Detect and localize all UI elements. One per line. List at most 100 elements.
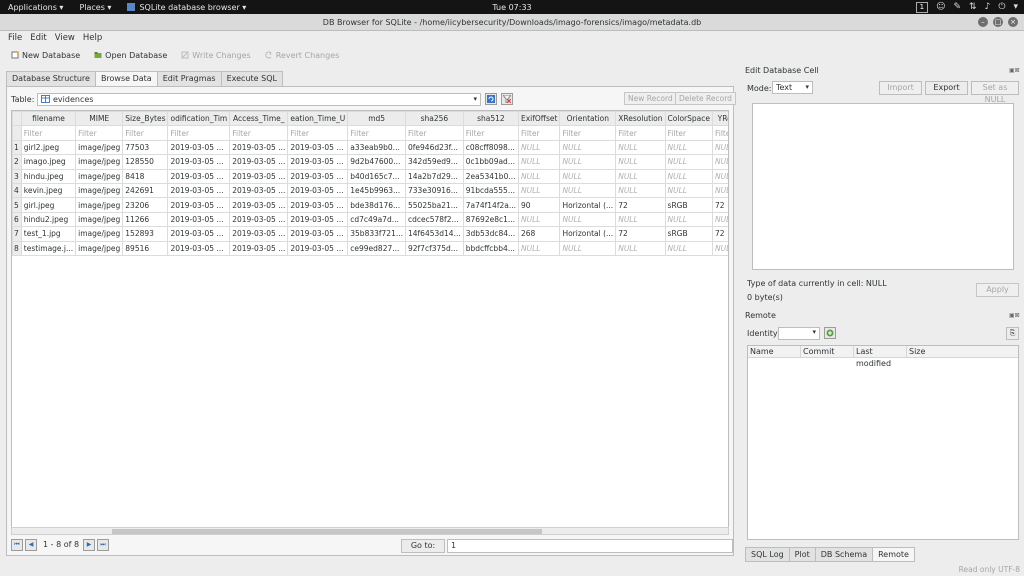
table-cell[interactable]: hindu2.jpeg bbox=[20, 211, 77, 228]
table-cell[interactable]: 72 bbox=[615, 197, 666, 213]
table-cell[interactable]: 9d2b47600... bbox=[347, 154, 406, 170]
table-cell[interactable]: Horizontal (... bbox=[559, 197, 617, 213]
table-row[interactable]: 2 imago.jpeg image/jpeg 128550 2019-03-05 ..… bbox=[12, 154, 728, 170]
column-filter-input[interactable]: Filter bbox=[75, 125, 124, 141]
table-cell[interactable]: NULL bbox=[615, 240, 666, 256]
goto-input[interactable]: 1 bbox=[447, 539, 733, 553]
table-cell[interactable]: NULL bbox=[559, 154, 617, 170]
table-cell[interactable]: 342d59ed9... bbox=[405, 154, 464, 170]
table-cell[interactable]: 2019-03-05 ... bbox=[229, 154, 289, 170]
column-filter-input[interactable]: Filter bbox=[405, 125, 464, 141]
tab-db-schema[interactable]: DB Schema bbox=[814, 547, 874, 562]
table-cell[interactable]: image/jpeg bbox=[75, 139, 124, 156]
column-header[interactable]: XResolution bbox=[615, 111, 666, 127]
table-cell[interactable]: 72 bbox=[615, 226, 666, 242]
table-cell[interactable]: 2019-03-05 ... bbox=[287, 211, 349, 228]
table-cell[interactable]: sRGB bbox=[664, 197, 713, 213]
table-cell[interactable]: NULL bbox=[615, 139, 666, 156]
table-cell[interactable]: 2019-03-05 ... bbox=[167, 168, 231, 184]
table-cell[interactable]: 2019-03-05 ... bbox=[287, 154, 349, 170]
table-select[interactable]: evidences ▾ bbox=[37, 92, 481, 106]
table-cell[interactable]: 2019-03-05 ... bbox=[287, 139, 349, 156]
table-cell[interactable]: a33eab9b0... bbox=[347, 139, 406, 156]
close-icon[interactable]: × bbox=[1008, 17, 1018, 27]
table-cell[interactable]: NULL bbox=[664, 240, 713, 256]
table-cell[interactable]: test_1.jpg bbox=[20, 226, 77, 242]
column-header[interactable]: odification_Tim bbox=[167, 111, 231, 127]
table-cell[interactable]: 2019-03-05 ... bbox=[167, 154, 231, 170]
column-header[interactable]: Size_Bytes bbox=[122, 111, 169, 127]
table-cell[interactable]: 128550 bbox=[122, 154, 169, 170]
table-cell[interactable]: 152893 bbox=[122, 226, 169, 242]
table-cell[interactable]: 8418 bbox=[122, 168, 169, 184]
table-cell[interactable]: 2019-03-05 ... bbox=[167, 139, 231, 156]
column-filter-input[interactable]: Filter bbox=[462, 125, 520, 141]
table-cell[interactable]: NULL bbox=[517, 168, 561, 184]
column-header[interactable]: MIME bbox=[75, 111, 124, 127]
table-cell[interactable]: NULL bbox=[517, 240, 561, 256]
minimize-icon[interactable]: – bbox=[978, 17, 988, 27]
table-cell[interactable]: 2019-03-05 ... bbox=[287, 168, 349, 184]
table-cell[interactable]: 0fe946d23f... bbox=[405, 139, 464, 156]
places-menu[interactable]: Places ▾ bbox=[71, 3, 119, 12]
table-cell[interactable]: 2019-03-05 ... bbox=[229, 168, 289, 184]
table-cell[interactable]: cd7c49a7d... bbox=[347, 211, 406, 228]
menu-help[interactable]: Help bbox=[79, 33, 106, 43]
column-filter-input[interactable]: Filter bbox=[517, 125, 561, 141]
table-cell[interactable]: NULL bbox=[711, 139, 728, 156]
row-number[interactable]: 6 bbox=[12, 211, 22, 228]
table-cell[interactable]: 89516 bbox=[122, 240, 169, 256]
edit-cell-dock-controls[interactable]: ▣⊠ bbox=[1009, 67, 1020, 74]
table-cell[interactable]: NULL bbox=[517, 139, 561, 156]
horizontal-scrollbar[interactable] bbox=[11, 527, 729, 535]
table-cell[interactable]: 2019-03-05 ... bbox=[167, 240, 231, 256]
column-filter-input[interactable]: Filter bbox=[20, 125, 77, 141]
table-cell[interactable]: NULL bbox=[664, 168, 713, 184]
column-filter-input[interactable]: Filter bbox=[229, 125, 289, 141]
table-cell[interactable]: 268 bbox=[517, 226, 561, 242]
table-cell[interactable]: NULL bbox=[711, 182, 728, 199]
table-row[interactable]: 7 test_1.jpg image/jpeg 152893 2019-03-05 ..… bbox=[12, 226, 728, 242]
table-cell[interactable]: 0c1bb09ad... bbox=[462, 154, 520, 170]
table-cell[interactable]: NULL bbox=[664, 182, 713, 199]
menu-view[interactable]: View bbox=[51, 33, 79, 43]
table-cell[interactable]: c08cff8098... bbox=[462, 139, 520, 156]
apply-button[interactable]: Apply bbox=[976, 283, 1019, 297]
brush-icon[interactable]: ✎ bbox=[954, 2, 962, 12]
column-header[interactable]: sha256 bbox=[405, 111, 464, 127]
table-cell[interactable]: b40d165c7... bbox=[347, 168, 406, 184]
table-cell[interactable]: NULL bbox=[615, 211, 666, 228]
table-cell[interactable]: 733e30916... bbox=[405, 182, 464, 199]
cell-editor-textarea[interactable] bbox=[752, 103, 1014, 270]
row-number[interactable]: 3 bbox=[12, 168, 22, 184]
table-cell[interactable]: NULL bbox=[559, 168, 617, 184]
new-record-button[interactable]: New Record bbox=[624, 92, 677, 105]
table-cell[interactable]: 14f6453d14... bbox=[405, 226, 464, 242]
table-cell[interactable]: girl2.jpeg bbox=[20, 139, 77, 156]
table-cell[interactable]: 2019-03-05 ... bbox=[287, 226, 349, 242]
table-row[interactable]: 3 hindu.jpeg image/jpeg 8418 2019-03-05 ... 2… bbox=[12, 168, 728, 184]
table-cell[interactable]: 92f7cf375d... bbox=[405, 240, 464, 256]
table-cell[interactable]: Horizontal (... bbox=[559, 226, 617, 242]
column-header[interactable]: Access_Time_ bbox=[229, 111, 289, 127]
table-cell[interactable]: 2019-03-05 ... bbox=[229, 240, 289, 256]
table-cell[interactable]: image/jpeg bbox=[75, 182, 124, 199]
table-row[interactable]: 4 kevin.jpeg image/jpeg 242691 2019-03-05 ..… bbox=[12, 182, 728, 199]
column-header[interactable]: ExifOffset bbox=[517, 111, 561, 127]
table-cell[interactable]: NULL bbox=[615, 154, 666, 170]
maximize-icon[interactable]: □ bbox=[993, 17, 1003, 27]
table-cell[interactable]: NULL bbox=[664, 154, 713, 170]
table-cell[interactable]: hindu.jpeg bbox=[20, 168, 77, 184]
menu-edit[interactable]: Edit bbox=[26, 33, 50, 43]
column-filter-input[interactable]: Filter bbox=[711, 125, 728, 141]
goto-button[interactable]: Go to: bbox=[401, 539, 445, 553]
row-number[interactable]: 7 bbox=[12, 226, 22, 242]
table-cell[interactable]: 2019-03-05 ... bbox=[167, 197, 231, 213]
table-cell[interactable]: 77503 bbox=[122, 139, 169, 156]
column-filter-input[interactable]: Filter bbox=[347, 125, 406, 141]
table-cell[interactable]: testimage.j... bbox=[20, 240, 77, 256]
table-cell[interactable]: 242691 bbox=[122, 182, 169, 199]
table-cell[interactable]: image/jpeg bbox=[75, 226, 124, 242]
table-cell[interactable]: 2019-03-05 ... bbox=[167, 226, 231, 242]
remote-col-name[interactable]: Name bbox=[748, 346, 801, 357]
